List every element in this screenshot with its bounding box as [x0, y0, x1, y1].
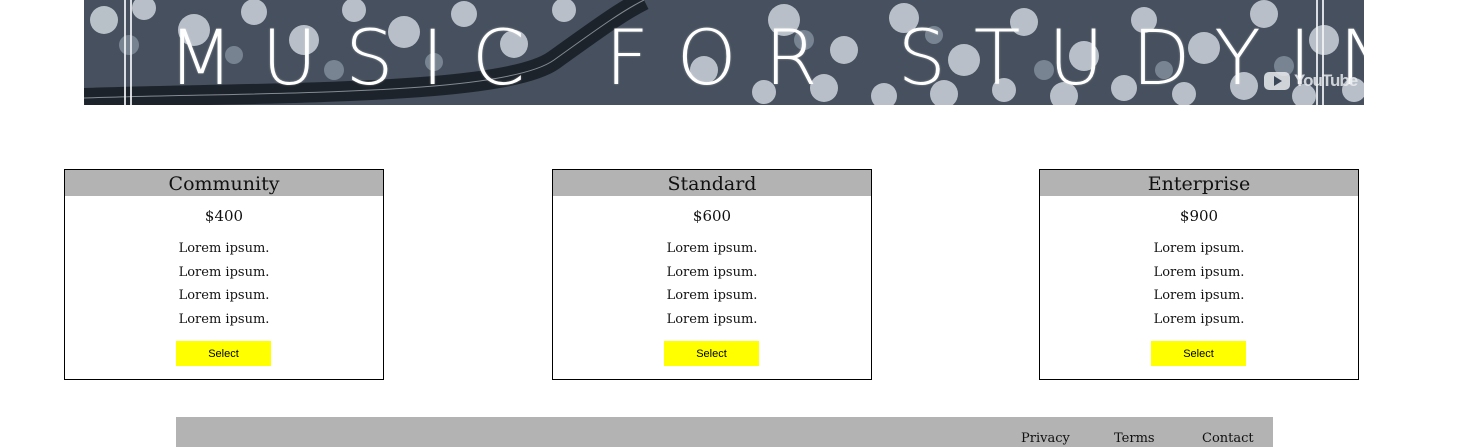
feature-list: Lorem ipsum. Lorem ipsum. Lorem ipsum. L… — [1040, 237, 1358, 331]
pricing-card-community: Community $400 Lorem ipsum. Lorem ipsum.… — [64, 169, 384, 380]
feature-list: Lorem ipsum. Lorem ipsum. Lorem ipsum. L… — [65, 237, 383, 331]
pricing-card-standard: Standard $600 Lorem ipsum. Lorem ipsum. … — [552, 169, 872, 380]
select-community-button[interactable]: Select — [176, 341, 271, 366]
footer-link-terms[interactable]: Terms — [1114, 430, 1155, 447]
plan-price: $900 — [1179, 207, 1219, 225]
feature-item: Lorem ipsum. — [666, 241, 758, 256]
feature-item: Lorem ipsum. — [178, 264, 270, 280]
page: MUSIC FOR STUDYING YouTube Community $40… — [0, 0, 1467, 447]
feature-item: Lorem ipsum. — [178, 288, 270, 303]
plan-price: $400 — [204, 207, 244, 225]
feature-item: Lorem ipsum. — [1153, 264, 1245, 280]
feature-item: Lorem ipsum. — [666, 288, 758, 303]
plan-name: Community — [65, 170, 383, 196]
youtube-badge[interactable]: YouTube — [1264, 70, 1358, 92]
banner-frame-left — [124, 0, 132, 105]
feature-item: Lorem ipsum. — [1153, 288, 1245, 303]
video-banner[interactable]: MUSIC FOR STUDYING YouTube — [84, 0, 1364, 105]
feature-list: Lorem ipsum. Lorem ipsum. Lorem ipsum. L… — [553, 237, 871, 331]
feature-item: Lorem ipsum. — [1153, 311, 1245, 327]
plan-price: $600 — [692, 207, 732, 225]
feature-item: Lorem ipsum. — [178, 311, 270, 327]
youtube-wordmark: YouTube — [1294, 71, 1358, 90]
youtube-play-icon — [1264, 72, 1290, 90]
feature-item: Lorem ipsum. — [666, 311, 758, 327]
pricing-card-enterprise: Enterprise $900 Lorem ipsum. Lorem ipsum… — [1039, 169, 1359, 380]
plan-name: Enterprise — [1040, 170, 1358, 196]
feature-item: Lorem ipsum. — [1153, 241, 1245, 256]
footer-link-privacy[interactable]: Privacy — [1021, 430, 1070, 447]
plan-name: Standard — [553, 170, 871, 196]
select-enterprise-button[interactable]: Select — [1151, 341, 1246, 366]
feature-item: Lorem ipsum. — [666, 264, 758, 280]
footer-link-contact[interactable]: Contact — [1202, 430, 1254, 447]
banner-title: MUSIC FOR STUDYING — [168, 13, 1364, 102]
feature-item: Lorem ipsum. — [178, 241, 270, 256]
footer: Privacy Terms Contact — [176, 417, 1273, 447]
select-standard-button[interactable]: Select — [664, 341, 759, 366]
